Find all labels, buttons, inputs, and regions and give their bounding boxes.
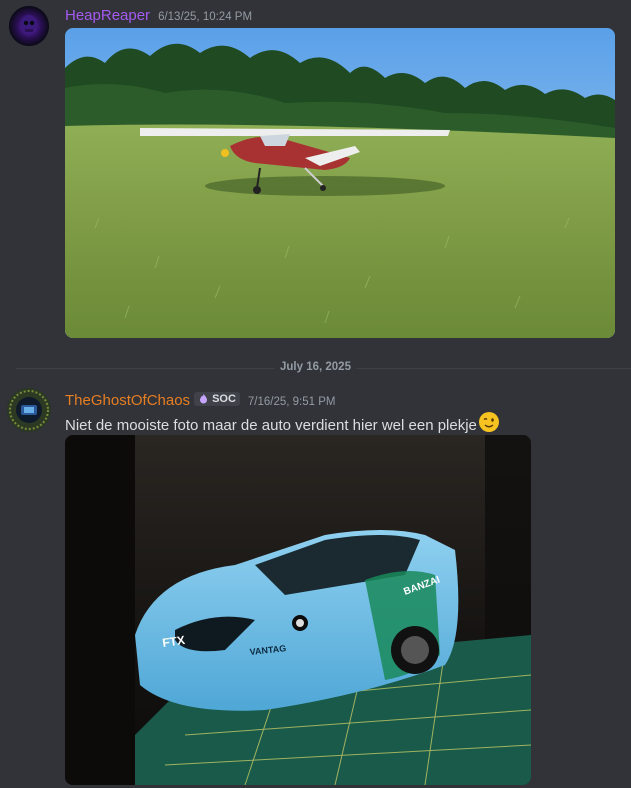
message-timestamp[interactable]: 7/16/25, 9:51 PM <box>248 396 336 408</box>
image-attachment-drift-car[interactable]: FTX VANTAG BANZAI <box>65 435 531 785</box>
username-theghostofchaos[interactable]: TheGhostOfChaos <box>65 392 190 409</box>
server-tag[interactable]: SOC <box>194 391 240 406</box>
message-text: Niet de mooiste foto maar de auto verdie… <box>65 416 477 434</box>
username-heapreaper[interactable]: HeapReaper <box>65 7 150 24</box>
winking-face-emoji[interactable] <box>478 411 500 437</box>
image-attachment-airplane[interactable] <box>65 28 615 338</box>
date-divider-label: July 16, 2025 <box>274 361 357 373</box>
server-tag-label: SOC <box>212 392 236 405</box>
avatar-theghostofchaos[interactable] <box>7 388 51 432</box>
avatar-heapreaper[interactable] <box>9 6 49 46</box>
tag-flame-icon <box>200 394 208 404</box>
message-timestamp[interactable]: 6/13/25, 10:24 PM <box>158 11 252 23</box>
